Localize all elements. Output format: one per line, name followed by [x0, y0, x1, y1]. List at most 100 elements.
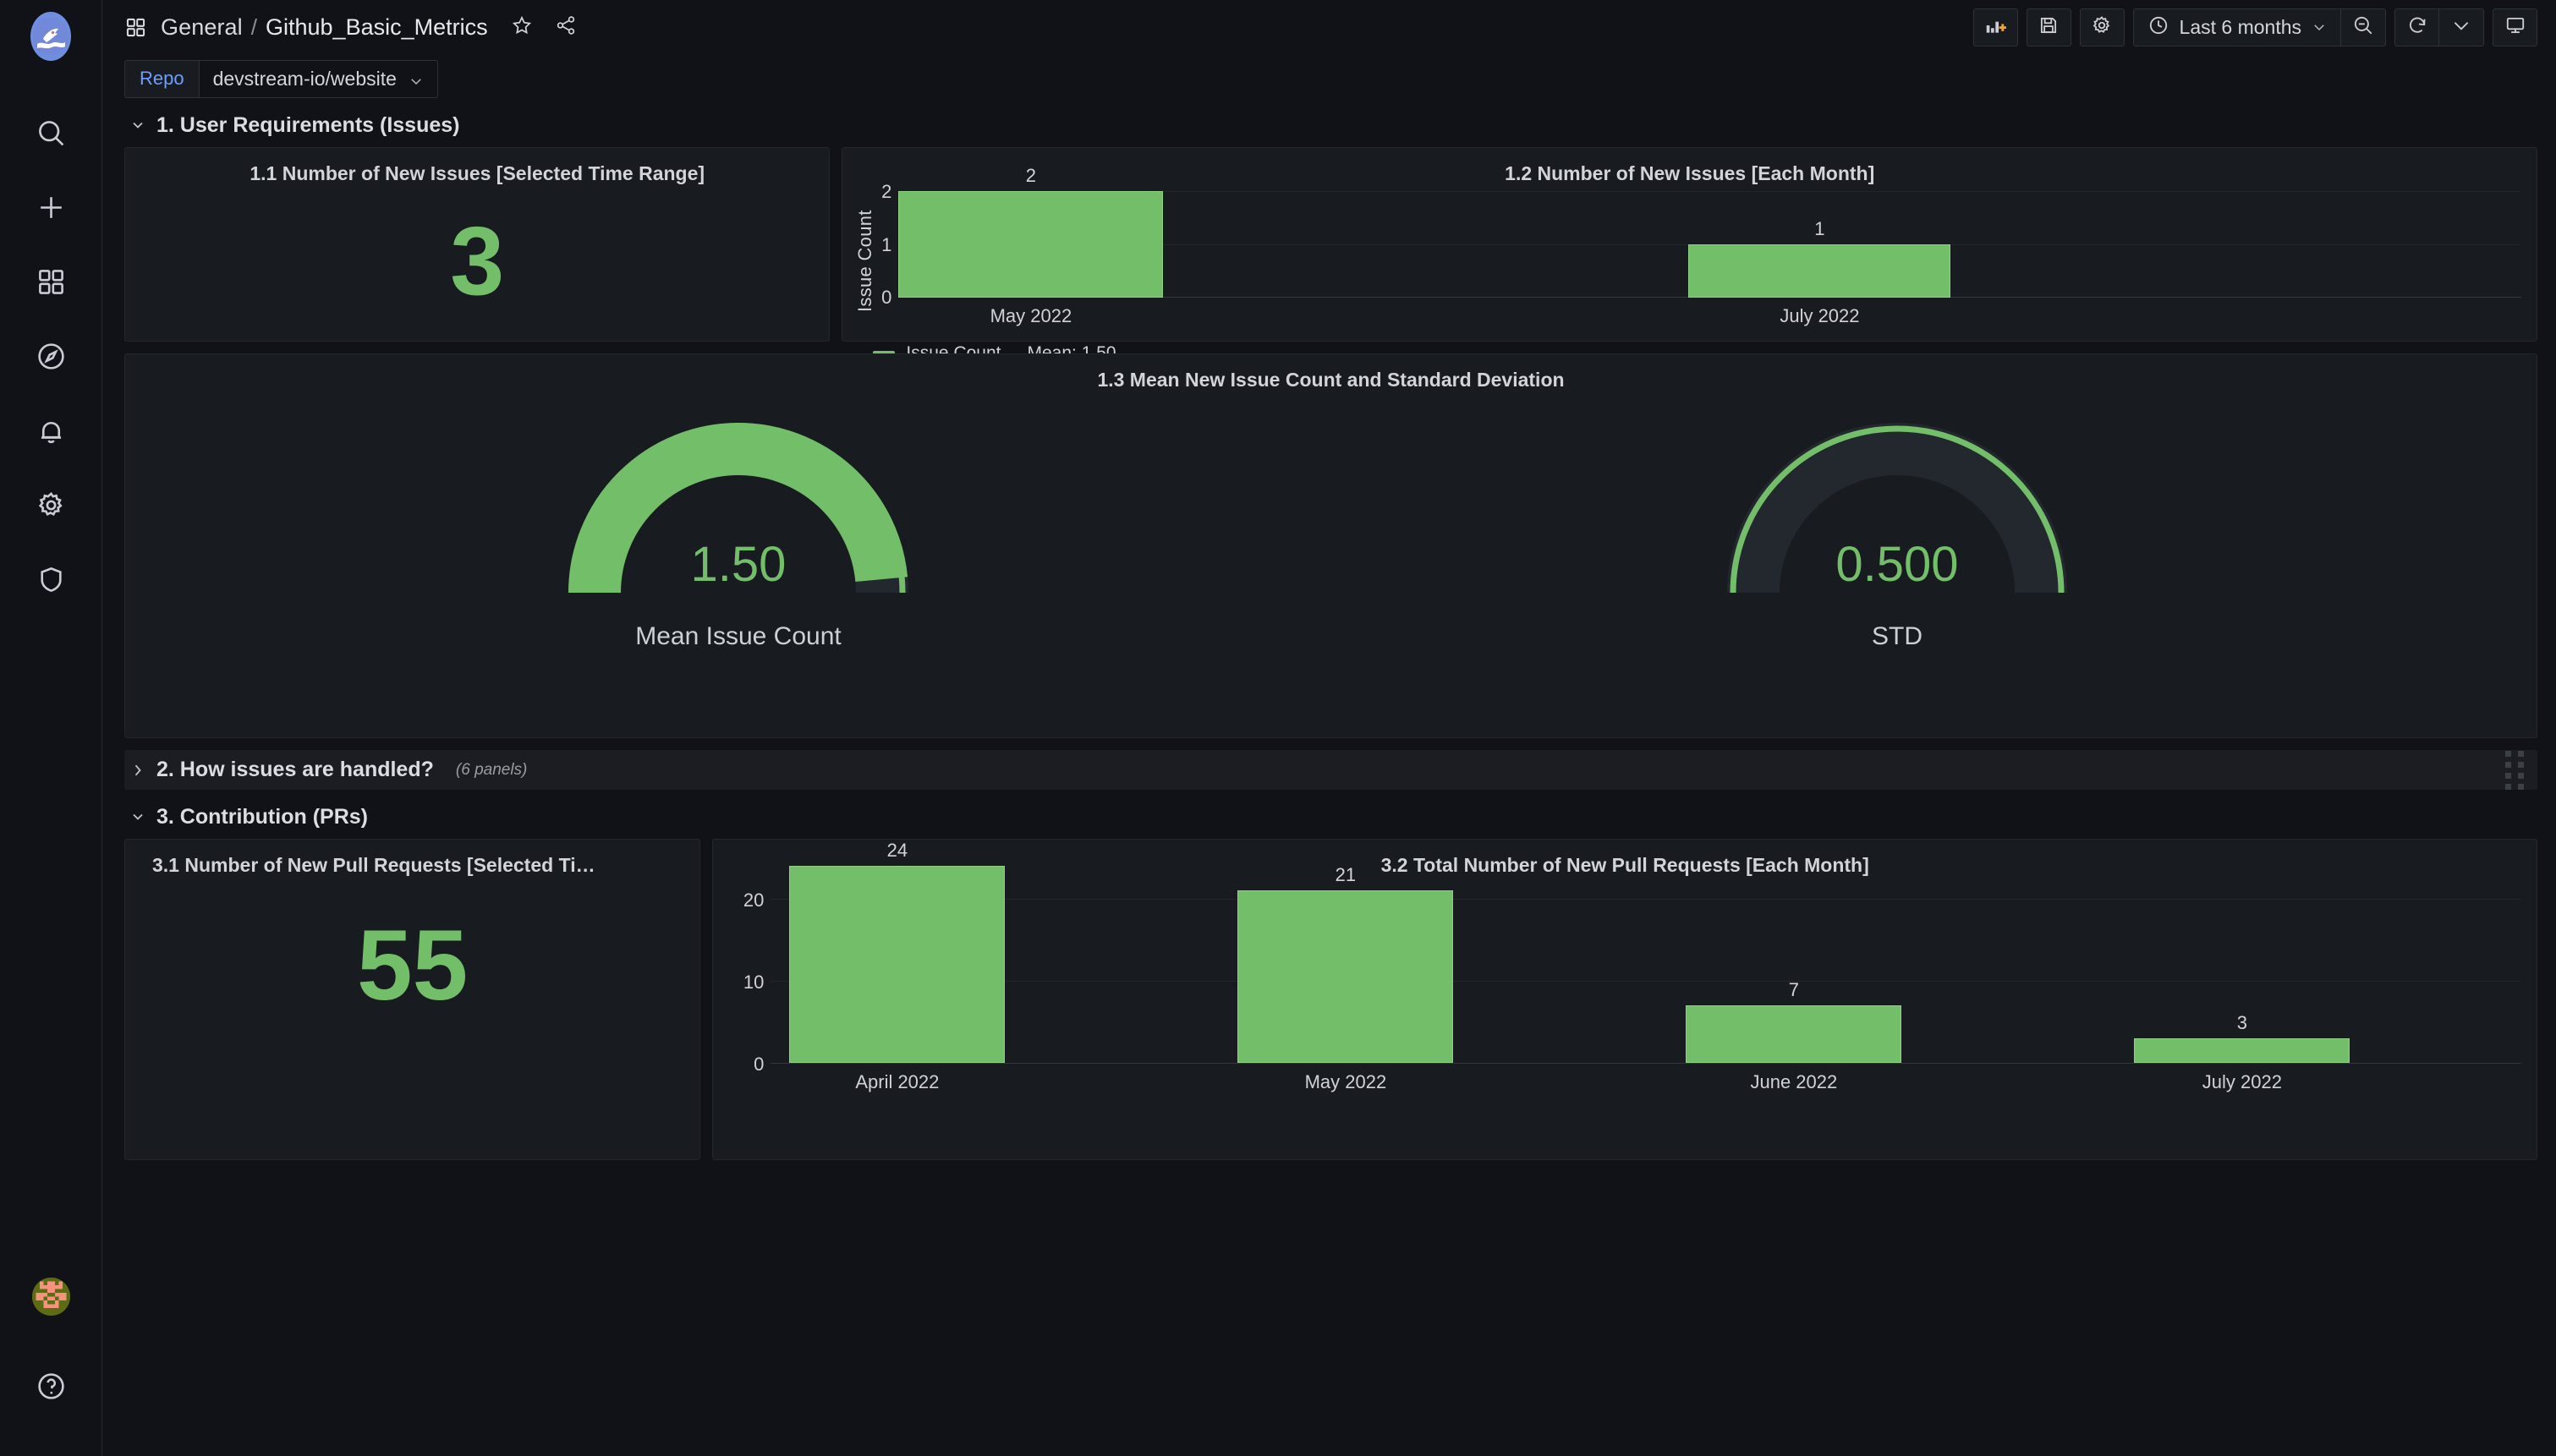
row-1-panels-bottom: 1.3 Mean New Issue Count and Standard De…: [124, 353, 2537, 738]
sidebar-item-configuration[interactable]: [0, 470, 102, 545]
add-panel-button[interactable]: [1972, 8, 2018, 47]
template-variables-row: Repo devstream-io/website: [102, 54, 2556, 103]
x-tick-july-2022: July 2022: [2202, 1071, 2282, 1092]
panel-3-1: 3.1 Number of New Pull Requests [Selecte…: [124, 839, 701, 1160]
breadcrumb-folder[interactable]: General: [161, 14, 243, 41]
share-icon: [555, 14, 577, 41]
share-button[interactable]: [552, 14, 579, 41]
gridline: [771, 899, 2521, 900]
repo-variable-select[interactable]: devstream-io/website: [198, 59, 438, 98]
bar-july-2022[interactable]: [2134, 1038, 2350, 1063]
panel-3-2: 3.2 Total Number of New Pull Requests [E…: [712, 839, 2537, 1160]
y-tick-2: 2: [881, 181, 892, 202]
chevron-right-icon: [129, 762, 146, 779]
zoom-out-time-button[interactable]: [2341, 8, 2386, 47]
y-tick-1: 1: [881, 234, 892, 255]
x-tick-may-2022: May 2022: [990, 305, 1072, 326]
compass-explore-icon: [36, 341, 67, 376]
y-tick-10: 10: [743, 972, 765, 993]
panel-1-2: 1.2 Number of New Issues [Each Month] Is…: [842, 147, 2537, 363]
bar-may-2022[interactable]: [1237, 890, 1454, 1063]
kiosk-mode-button[interactable]: [2493, 8, 2537, 47]
bar-july-2022[interactable]: [1688, 244, 1951, 298]
title-actions: [508, 14, 579, 41]
shield-admin-icon: [36, 564, 67, 599]
repo-variable: Repo devstream-io/website: [124, 59, 438, 98]
star-button[interactable]: [508, 14, 535, 41]
panel-1-3: 1.3 Mean New Issue Count and Standard De…: [124, 353, 2537, 738]
gauge-mean-issue-count-caption: Mean Issue Count: [635, 622, 842, 650]
row-3-panels: 3.1 Number of New Pull Requests [Selecte…: [124, 839, 2537, 1160]
row-title: 1. User Requirements (Issues): [156, 112, 460, 137]
panel-1-3-title: 1.3 Mean New Issue Count and Standard De…: [1097, 369, 1565, 391]
refresh-interval-button[interactable]: [2439, 8, 2484, 47]
row-drag-handle[interactable]: [2505, 750, 2524, 790]
breadcrumb-separator: /: [250, 14, 257, 40]
sidebar-item-alerting[interactable]: [0, 396, 102, 470]
refresh-group: [2394, 8, 2484, 47]
y-tick-0: 0: [754, 1054, 765, 1075]
row-header-3[interactable]: 3. Contribution (PRs): [124, 795, 2537, 839]
repo-variable-value: devstream-io/website: [212, 67, 397, 90]
sidebar-item-help[interactable]: [0, 1351, 102, 1426]
save-dashboard-button[interactable]: [2026, 8, 2071, 47]
gauge-std: 0.500 STD: [1720, 413, 2075, 651]
chevron-down-icon: [409, 71, 424, 86]
dashboard-settings-button[interactable]: [2079, 8, 2125, 47]
gauge-std-caption: STD: [1872, 622, 1922, 650]
main-content: General / Github_Basic_Metrics Last 6 mo…: [102, 0, 2556, 1456]
bar-value-may-2022: 2: [1025, 165, 1037, 186]
panel-1-2-chart: Issue Count 2 1 0 2 1 May 2022 July 2022: [842, 165, 2537, 363]
bar-value-may-2022: 21: [1335, 864, 1357, 885]
bar-april-2022[interactable]: [789, 866, 1006, 1063]
dashboards-grid-icon: [36, 266, 67, 302]
save-dashboard-icon: [2038, 14, 2060, 41]
panel-3-2-chart: 20 10 0 24 21 7 3 April 2022 May 2022 Ju…: [713, 840, 2537, 1159]
bar-value-july-2022: 3: [2236, 1012, 2247, 1033]
chevron-down-icon: [129, 808, 146, 825]
row-header-1[interactable]: 1. User Requirements (Issues): [124, 103, 2537, 147]
avatar[interactable]: [31, 1278, 70, 1316]
page-title[interactable]: Github_Basic_Metrics: [266, 14, 488, 41]
y-tick-0: 0: [881, 287, 892, 308]
bar-may-2022[interactable]: [898, 191, 1164, 298]
sidebar-item-search[interactable]: [0, 98, 102, 172]
gear-configuration-icon: [36, 490, 67, 525]
sidebar-item-create[interactable]: [0, 172, 102, 247]
tv-kiosk-icon: [2504, 14, 2526, 41]
add-panel-icon: [1984, 14, 2007, 41]
row-title: 3. Contribution (PRs): [156, 804, 368, 829]
row-panel-count: (6 panels): [455, 760, 528, 779]
sidebar-item-dashboards[interactable]: [0, 247, 102, 321]
bar-june-2022[interactable]: [1686, 1005, 1902, 1063]
x-tick-july-2022: July 2022: [1780, 305, 1860, 326]
chevron-down-icon: [2312, 19, 2327, 35]
dashboard-canvas: 1. User Requirements (Issues) 1.1 Number…: [102, 103, 2556, 1456]
time-range-group: Last 6 months: [2132, 8, 2386, 47]
sidebar-item-explore[interactable]: [0, 321, 102, 396]
gauge-mean-issue-count-value: 1.50: [690, 537, 787, 592]
bar-value-june-2022: 7: [1788, 979, 1799, 1000]
x-tick-may-2022: May 2022: [1304, 1071, 1387, 1092]
search-icon: [36, 118, 67, 153]
refresh-button[interactable]: [2394, 8, 2439, 47]
gridline: [771, 981, 2521, 982]
sidebar: [0, 0, 102, 1456]
star-icon: [511, 14, 533, 41]
grafana-logo[interactable]: [30, 12, 71, 61]
dashboard-settings-icon: [2091, 14, 2113, 41]
bell-alerting-icon: [36, 415, 67, 451]
row-header-2[interactable]: 2. How issues are handled? (6 panels): [124, 750, 2537, 790]
time-range-picker[interactable]: Last 6 months: [2132, 8, 2341, 47]
panel-1-1: 1.1 Number of New Issues [Selected Time …: [124, 147, 831, 342]
panel-3-1-stat-value: 55: [357, 910, 469, 1021]
bar-value-july-2022: 1: [1814, 218, 1825, 239]
sidebar-item-server-admin[interactable]: [0, 545, 102, 619]
top-nav-bar: General / Github_Basic_Metrics Last 6 mo…: [102, 0, 2556, 54]
zoom-out-icon: [2352, 14, 2374, 41]
chevron-down-icon: [2450, 14, 2472, 41]
repo-variable-label: Repo: [124, 59, 199, 98]
dashboard-breadcrumb-icon: [124, 16, 147, 39]
x-tick-april-2022: April 2022: [855, 1071, 940, 1092]
panel-1-1-stat-value: 3: [450, 206, 505, 315]
